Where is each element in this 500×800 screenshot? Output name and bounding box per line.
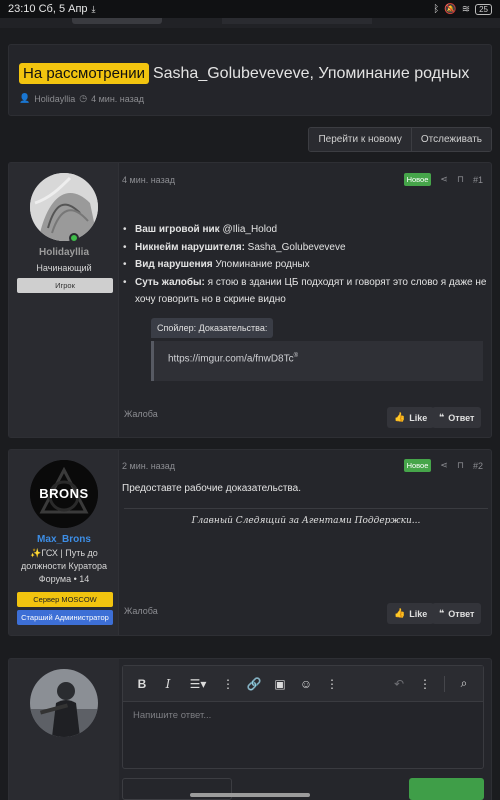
list-item: Вид нарушения Упоминание родных — [122, 256, 488, 274]
browser-nav-strip — [0, 18, 500, 28]
user-title: Начинающий — [36, 263, 92, 273]
report-link[interactable]: Жалоба — [124, 606, 158, 616]
reply-editor: B I ☰▾ ⋮ 🔗 ▣ ☺ ⋮ ↶ ⋮ ⌕ Напишите ответ... — [122, 665, 484, 769]
list-item: Ваш игровой ник @Ilia_Holod — [122, 221, 488, 239]
spoiler-content: https://imgur.com/a/fnwD8Tc® — [151, 341, 483, 381]
page-title: Sasha_Golubeveveve, Упоминание родных — [152, 64, 470, 82]
avatar-text: BRONS — [39, 486, 89, 501]
quote-icon: ❝ — [439, 608, 445, 618]
online-indicator-icon — [69, 233, 79, 243]
bold-icon[interactable]: B — [131, 677, 153, 691]
share-icon[interactable]: ⋖ — [440, 460, 448, 471]
server-badge: Сервер MOSCOW — [17, 592, 113, 607]
share-icon[interactable]: ⋖ — [440, 174, 448, 185]
spoiler-button[interactable]: Спойлер: Доказательства: — [151, 318, 274, 338]
user-icon: 👤 — [19, 93, 31, 103]
emoji-icon[interactable]: ☺ — [295, 677, 317, 691]
like-button[interactable]: 👍 Like — [387, 407, 435, 428]
status-time: 23:10 Сб, 5 Апр — [8, 3, 88, 15]
post-time[interactable]: 2 мин. назад — [122, 461, 175, 471]
image-icon[interactable]: ▣ — [269, 677, 291, 691]
signature-divider — [124, 508, 488, 509]
user-column — [9, 659, 119, 800]
post-reply-button[interactable] — [409, 778, 484, 800]
avatar[interactable]: BRONS — [30, 460, 98, 528]
post-tools: Новое ⋖ ⊓ #1 — [403, 173, 483, 186]
list-item: Никнейм нарушителя: Sasha_Golubeveveve — [122, 239, 488, 257]
post-username[interactable]: Max_Brons — [9, 534, 119, 545]
watch-button[interactable]: Отслеживать — [410, 128, 491, 151]
post-username[interactable]: Holidayllia — [9, 247, 119, 258]
like-button[interactable]: 👍 Like — [387, 603, 435, 624]
user-column: BRONS Max_Brons ✨ГСХ | Путь до должности… — [9, 450, 119, 635]
new-badge: Новое — [403, 459, 432, 472]
post-2-text: Предоставте рабочие доказательства. — [122, 483, 301, 494]
signature: Главный Следящий за Агентами Поддержки..… — [191, 516, 421, 526]
thread-time[interactable]: 4 мин. назад — [91, 94, 144, 104]
avatar[interactable] — [30, 173, 98, 241]
status-bar: 23:10 Сб, 5 Апр ⤓ ᛒ 🔕 ≋ 25 — [0, 0, 500, 18]
thread-actions: Перейти к новому Отслеживать — [308, 127, 492, 152]
thumbs-up-icon: 👍 — [394, 412, 406, 422]
italic-icon[interactable]: I — [157, 677, 179, 691]
user-title: ✨ГСХ | Путь до должности Куратора Форума… — [21, 548, 107, 584]
preview-icon[interactable]: ⌕ — [453, 676, 475, 691]
mute-icon: 🔕 — [444, 3, 457, 15]
thread-header: На рассмотрении Sasha_Golubeveveve, Упом… — [8, 44, 492, 116]
post-time[interactable]: 4 мин. назад — [122, 175, 175, 185]
more-icon[interactable]: ⋮ — [217, 677, 239, 691]
post-tools: Новое ⋖ ⊓ #2 — [403, 459, 483, 472]
thread-meta: 👤 Holidayllia ◷ 4 мин. назад — [19, 93, 481, 104]
download-icon: ⤓ — [91, 3, 96, 14]
thumbs-up-icon: 👍 — [394, 608, 406, 618]
wifi-icon: ≋ — [461, 3, 471, 15]
external-link-icon: ® — [293, 353, 299, 359]
reply-input[interactable]: Напишите ответ... — [123, 702, 483, 729]
clock-icon: ◷ — [79, 93, 88, 103]
list-item: Суть жалобы: я стою в здании ЦБ подходят… — [122, 274, 488, 309]
complaint-fields: Ваш игровой ник @Ilia_Holod Никнейм нару… — [122, 221, 488, 309]
more-options-icon[interactable]: ⋮ — [321, 677, 343, 691]
battery-icon: 25 — [475, 3, 492, 15]
reply-button[interactable]: ❝ Ответ — [432, 603, 482, 624]
bluetooth-icon: ᛒ — [433, 3, 440, 15]
thread-author[interactable]: Holidayllia — [34, 94, 75, 104]
list-icon[interactable]: ☰▾ — [183, 677, 213, 691]
more-actions-icon[interactable]: ⋮ — [414, 677, 436, 691]
reply-button[interactable]: ❝ Ответ — [432, 407, 482, 428]
undo-icon[interactable]: ↶ — [388, 677, 410, 691]
go-to-new-button[interactable]: Перейти к новому — [309, 128, 411, 151]
status-badge: На рассмотрении — [19, 63, 149, 84]
role-badge: Старший Администратор — [17, 610, 113, 625]
editor-toolbar: B I ☰▾ ⋮ 🔗 ▣ ☺ ⋮ ↶ ⋮ ⌕ — [123, 666, 483, 702]
post-number[interactable]: #1 — [473, 175, 483, 185]
user-column: Holidayllia Начинающий Игрок — [9, 163, 119, 437]
bookmark-icon[interactable]: ⊓ — [457, 174, 464, 185]
home-indicator — [190, 793, 310, 797]
post-number[interactable]: #2 — [473, 461, 483, 471]
link-icon[interactable]: 🔗 — [243, 677, 265, 691]
new-badge: Новое — [403, 173, 432, 186]
evidence-link[interactable]: https://imgur.com/a/fnwD8Tc — [168, 353, 294, 364]
bookmark-icon[interactable]: ⊓ — [457, 460, 464, 471]
report-link[interactable]: Жалоба — [124, 409, 158, 419]
post-1-content: Ваш игровой ник @Ilia_Holod Никнейм нару… — [122, 221, 488, 309]
avatar — [30, 669, 98, 737]
quote-icon: ❝ — [439, 412, 445, 422]
user-badge: Игрок — [17, 278, 113, 293]
